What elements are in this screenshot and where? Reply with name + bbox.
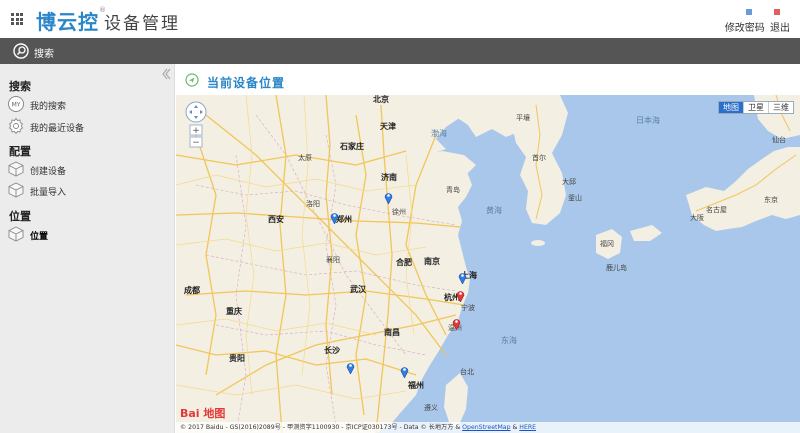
location-icon (185, 73, 199, 87)
gear-icon (8, 117, 24, 135)
city-label: 南京 (424, 257, 440, 266)
svg-text:−: − (192, 138, 200, 148)
city-label: 贵阳 (229, 354, 245, 363)
city-label: 首尔 (532, 154, 546, 162)
city-label: 长沙 (324, 346, 340, 355)
sidebar-section-config: 配置 (9, 145, 31, 158)
sidebar-section-location: 位置 (9, 210, 31, 223)
box-icon (8, 226, 24, 242)
collapse-sidebar-icon[interactable] (161, 68, 171, 80)
city-label: 名古屋 (706, 206, 727, 214)
city-label: 洛阳 (306, 200, 320, 208)
settings-color-icon (774, 9, 780, 15)
sidebar-item-my-search[interactable]: MY 我的搜索 (7, 95, 167, 113)
sidebar-item-label: 批量导入 (30, 188, 67, 198)
sidebar-item-location[interactable]: 位置 (7, 225, 167, 243)
city-label: 鹿儿岛 (606, 264, 627, 272)
box-icon (8, 161, 24, 177)
header-links: 修改密码 退出 (723, 19, 790, 34)
city-label: 武汉 (350, 285, 366, 294)
city-label: 重庆 (226, 307, 242, 316)
city-label: 西安 (268, 215, 284, 224)
sea-label: 日本海 (636, 116, 660, 125)
sidebar-item-create-device[interactable]: 创建设备 (7, 160, 167, 178)
page-title: 当前设备位置 (207, 76, 286, 90)
my-search-icon: MY (8, 96, 24, 112)
city-label: 襄阳 (326, 256, 340, 264)
here-link[interactable]: HERE (519, 424, 536, 431)
toolbar: 搜索 (0, 38, 800, 64)
city-label: 平壤 (516, 114, 530, 122)
main-content: 当前设备位置 渤海 黄海 东海 日本海 北京 天津 石家庄 太原 济南 郑州 西… (176, 64, 800, 433)
city-label: 台北 (460, 368, 474, 376)
baidu-map-logo: Bai 地图 (180, 407, 226, 420)
city-label: 北京 (373, 95, 389, 104)
city-label: 釜山 (568, 194, 582, 202)
logout-link[interactable]: 退出 (770, 23, 790, 34)
box-icon (8, 182, 24, 198)
sidebar-item-label: 位置 (30, 232, 49, 242)
change-password-link[interactable]: 修改密码 (725, 23, 765, 34)
device-marker[interactable] (330, 211, 339, 224)
sea-label: 渤海 (431, 129, 447, 138)
city-label: 济南 (381, 173, 397, 182)
device-marker[interactable] (400, 365, 409, 378)
sidebar-item-bulk-import[interactable]: 批量导入 (7, 181, 167, 199)
sea-label: 东海 (501, 336, 517, 345)
search-icon[interactable] (13, 43, 29, 59)
sidebar-item-label: 我的最近设备 (30, 124, 85, 134)
device-marker-alert[interactable] (452, 317, 461, 330)
city-label: 石家庄 (340, 142, 364, 151)
map-type-3d[interactable]: 三维 (768, 102, 793, 113)
svg-text:+: + (192, 126, 200, 136)
city-label: 徐州 (392, 208, 406, 216)
city-label: 福州 (408, 381, 424, 390)
city-label: 太原 (298, 154, 312, 162)
map-zoom-control[interactable]: + − (184, 101, 208, 153)
city-label: 天津 (380, 122, 396, 131)
device-marker[interactable] (384, 191, 393, 204)
city-label: 仙台 (772, 136, 786, 144)
sidebar: 搜索 MY 我的搜索 我的最近设备 配置 创建设备 批量导入 位置 位置 (0, 64, 175, 433)
city-label: 合肥 (396, 258, 412, 267)
city-label: 成都 (184, 286, 200, 295)
openstreetmap-link[interactable]: OpenStreetMap (462, 424, 510, 431)
sidebar-item-label: 创建设备 (30, 167, 67, 177)
device-marker[interactable] (346, 361, 355, 374)
sea-label: 黄海 (486, 206, 502, 215)
city-label: 宁波 (461, 304, 475, 312)
city-label: 大阪 (690, 214, 704, 222)
app-title: 设备管理 (104, 14, 180, 34)
search-button[interactable]: 搜索 (34, 45, 54, 60)
city-label: 青岛 (446, 186, 460, 194)
sidebar-item-recent-devices[interactable]: 我的最近设备 (7, 117, 167, 135)
svg-text:MY: MY (12, 102, 21, 109)
device-map[interactable]: 渤海 黄海 东海 日本海 北京 天津 石家庄 太原 济南 郑州 西安 武汉 南京… (176, 95, 800, 433)
sidebar-item-label: 我的搜索 (30, 102, 67, 112)
map-copyright: © 2017 Baidu - GS(2016)2089号 - 甲测资字11009… (176, 422, 800, 433)
sidebar-section-search: 搜索 (9, 80, 31, 93)
map-type-normal[interactable]: 地图 (719, 102, 743, 113)
brand-logo: 博云控® (36, 6, 107, 34)
apps-grid-icon[interactable] (11, 13, 23, 25)
user-color-icon (746, 9, 752, 15)
city-label: 福冈 (600, 240, 614, 248)
map-type-switcher: 地图 卫星 三维 (718, 101, 794, 114)
app-header: 博云控® 设备管理 修改密码 退出 (0, 0, 800, 38)
device-marker[interactable] (458, 271, 467, 284)
device-marker-alert[interactable] (456, 289, 465, 302)
city-label: 遵义 (424, 404, 438, 412)
city-label: 东京 (764, 196, 778, 204)
map-canvas (176, 95, 800, 433)
city-label: 大邱 (562, 178, 576, 186)
map-type-satellite[interactable]: 卫星 (743, 102, 768, 113)
city-label: 南昌 (384, 328, 400, 337)
